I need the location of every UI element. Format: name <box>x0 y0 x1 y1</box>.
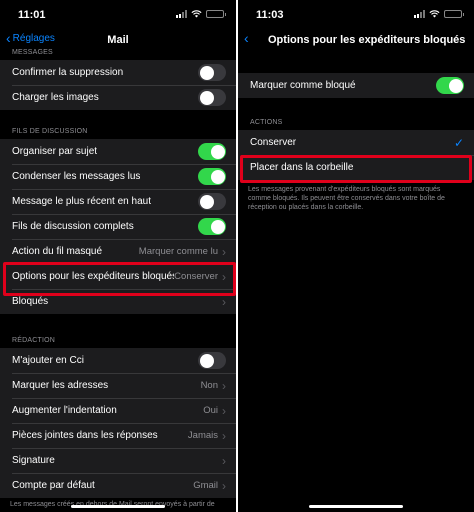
row-signature[interactable]: Signature › <box>0 448 236 473</box>
status-icons <box>414 10 464 18</box>
status-icons <box>176 10 226 18</box>
row-load-images: Charger les images <box>0 85 236 110</box>
row-label: M'ajouter en Cci <box>12 355 84 366</box>
section-header-compose: RÉDACTION <box>12 337 56 344</box>
bcc-myself-toggle[interactable] <box>198 352 226 369</box>
row-value: Jamais <box>187 430 218 441</box>
row-organize-by-thread: Organiser par sujet <box>0 139 236 164</box>
chevron-right-icon: › <box>222 428 226 443</box>
chevron-right-icon: › <box>222 478 226 493</box>
row-label: Charger les images <box>12 92 99 103</box>
mail-settings-screen: 11:01 ‹ Réglages Mail MESSAGES Confirmer… <box>0 0 236 512</box>
row-label: Marquer comme bloqué <box>250 80 356 91</box>
cellular-signal-icon <box>414 10 425 18</box>
organize-by-thread-toggle[interactable] <box>198 143 226 160</box>
messages-group: Confirmer la suppression Charger les ima… <box>0 60 236 110</box>
highlight-box <box>240 155 472 183</box>
section-header-messages: MESSAGES <box>12 49 53 56</box>
navigation-bar: ‹ Options pour les expéditeurs bloqués <box>238 28 474 54</box>
chevron-right-icon: › <box>222 378 226 393</box>
home-indicator <box>71 505 165 508</box>
row-value: Marquer comme lu <box>138 246 218 257</box>
status-bar: 11:01 <box>0 0 236 28</box>
blocked-sender-options-screen: 11:03 ‹ Options pour les expéditeurs blo… <box>238 0 474 512</box>
row-label: Action du fil masqué <box>12 246 103 257</box>
complete-threads-toggle[interactable] <box>198 218 226 235</box>
back-button[interactable]: ‹ <box>244 30 249 46</box>
row-confirm-delete: Confirmer la suppression <box>0 60 236 85</box>
compose-group: M'ajouter en Cci Marquer les adresses No… <box>0 348 236 498</box>
row-label: Marquer les adresses <box>12 380 109 391</box>
row-value: Non <box>200 380 218 391</box>
home-indicator <box>309 505 403 508</box>
actions-footnote: Les messages provenant d'expéditeurs blo… <box>248 186 445 211</box>
confirm-delete-toggle[interactable] <box>198 64 226 81</box>
row-mark-addresses[interactable]: Marquer les adresses Non › <box>0 373 236 398</box>
section-header-threads: FILS DE DISCUSSION <box>12 128 88 135</box>
battery-icon <box>444 10 464 18</box>
checkmark-icon: ✓ <box>453 135 464 150</box>
row-label: Compte par défaut <box>12 480 95 491</box>
wifi-icon <box>191 10 202 18</box>
chevron-right-icon: › <box>222 403 226 418</box>
status-time: 11:01 <box>18 9 46 21</box>
row-label: Pièces jointes dans les réponses <box>12 430 158 441</box>
row-value: Oui <box>203 405 218 416</box>
row-label: Organiser par sujet <box>12 146 98 157</box>
collapse-read-toggle[interactable] <box>198 168 226 185</box>
row-label: Fils de discussion complets <box>12 221 134 232</box>
highlight-box <box>3 262 236 296</box>
row-bcc-myself: M'ajouter en Cci <box>0 348 236 373</box>
mark-blocked-group: Marquer comme bloqué <box>238 73 474 98</box>
wifi-icon <box>429 10 440 18</box>
chevron-right-icon: › <box>222 453 226 468</box>
row-label: Signature <box>12 455 55 466</box>
cellular-signal-icon <box>176 10 187 18</box>
row-label: Bloqués <box>12 296 49 307</box>
row-label: Conserver <box>250 137 297 148</box>
battery-icon <box>206 10 226 18</box>
load-images-toggle[interactable] <box>198 89 226 106</box>
row-most-recent-top: Message le plus récent en haut <box>0 189 236 214</box>
row-complete-threads: Fils de discussion complets <box>0 214 236 239</box>
row-label: Augmenter l'indentation <box>12 405 117 416</box>
row-label: Message le plus récent en haut <box>12 196 151 207</box>
row-mark-blocked: Marquer comme bloqué <box>238 73 474 98</box>
row-increase-indent[interactable]: Augmenter l'indentation Oui › <box>0 398 236 423</box>
page-title: Options pour les expéditeurs bloqués <box>268 34 466 46</box>
most-recent-top-toggle[interactable] <box>198 193 226 210</box>
mark-blocked-toggle[interactable] <box>436 77 464 94</box>
action-keep[interactable]: Conserver ✓ <box>238 130 474 155</box>
status-bar: 11:03 <box>238 0 474 28</box>
status-time: 11:03 <box>256 9 284 21</box>
chevron-right-icon: › <box>222 294 226 309</box>
chevron-right-icon: › <box>222 244 226 259</box>
row-collapse-read: Condenser les messages lus <box>0 164 236 189</box>
row-reply-attachments[interactable]: Pièces jointes dans les réponses Jamais … <box>0 423 236 448</box>
page-title: Mail <box>107 34 129 46</box>
section-header-actions: ACTIONS <box>250 119 283 126</box>
row-muted-thread-action[interactable]: Action du fil masqué Marquer comme lu › <box>0 239 236 264</box>
row-label: Confirmer la suppression <box>12 67 124 78</box>
row-label: Condenser les messages lus <box>12 171 141 182</box>
row-value: Gmail <box>193 480 218 491</box>
row-default-account[interactable]: Compte par défaut Gmail › <box>0 473 236 498</box>
chevron-left-icon: ‹ <box>244 30 249 46</box>
